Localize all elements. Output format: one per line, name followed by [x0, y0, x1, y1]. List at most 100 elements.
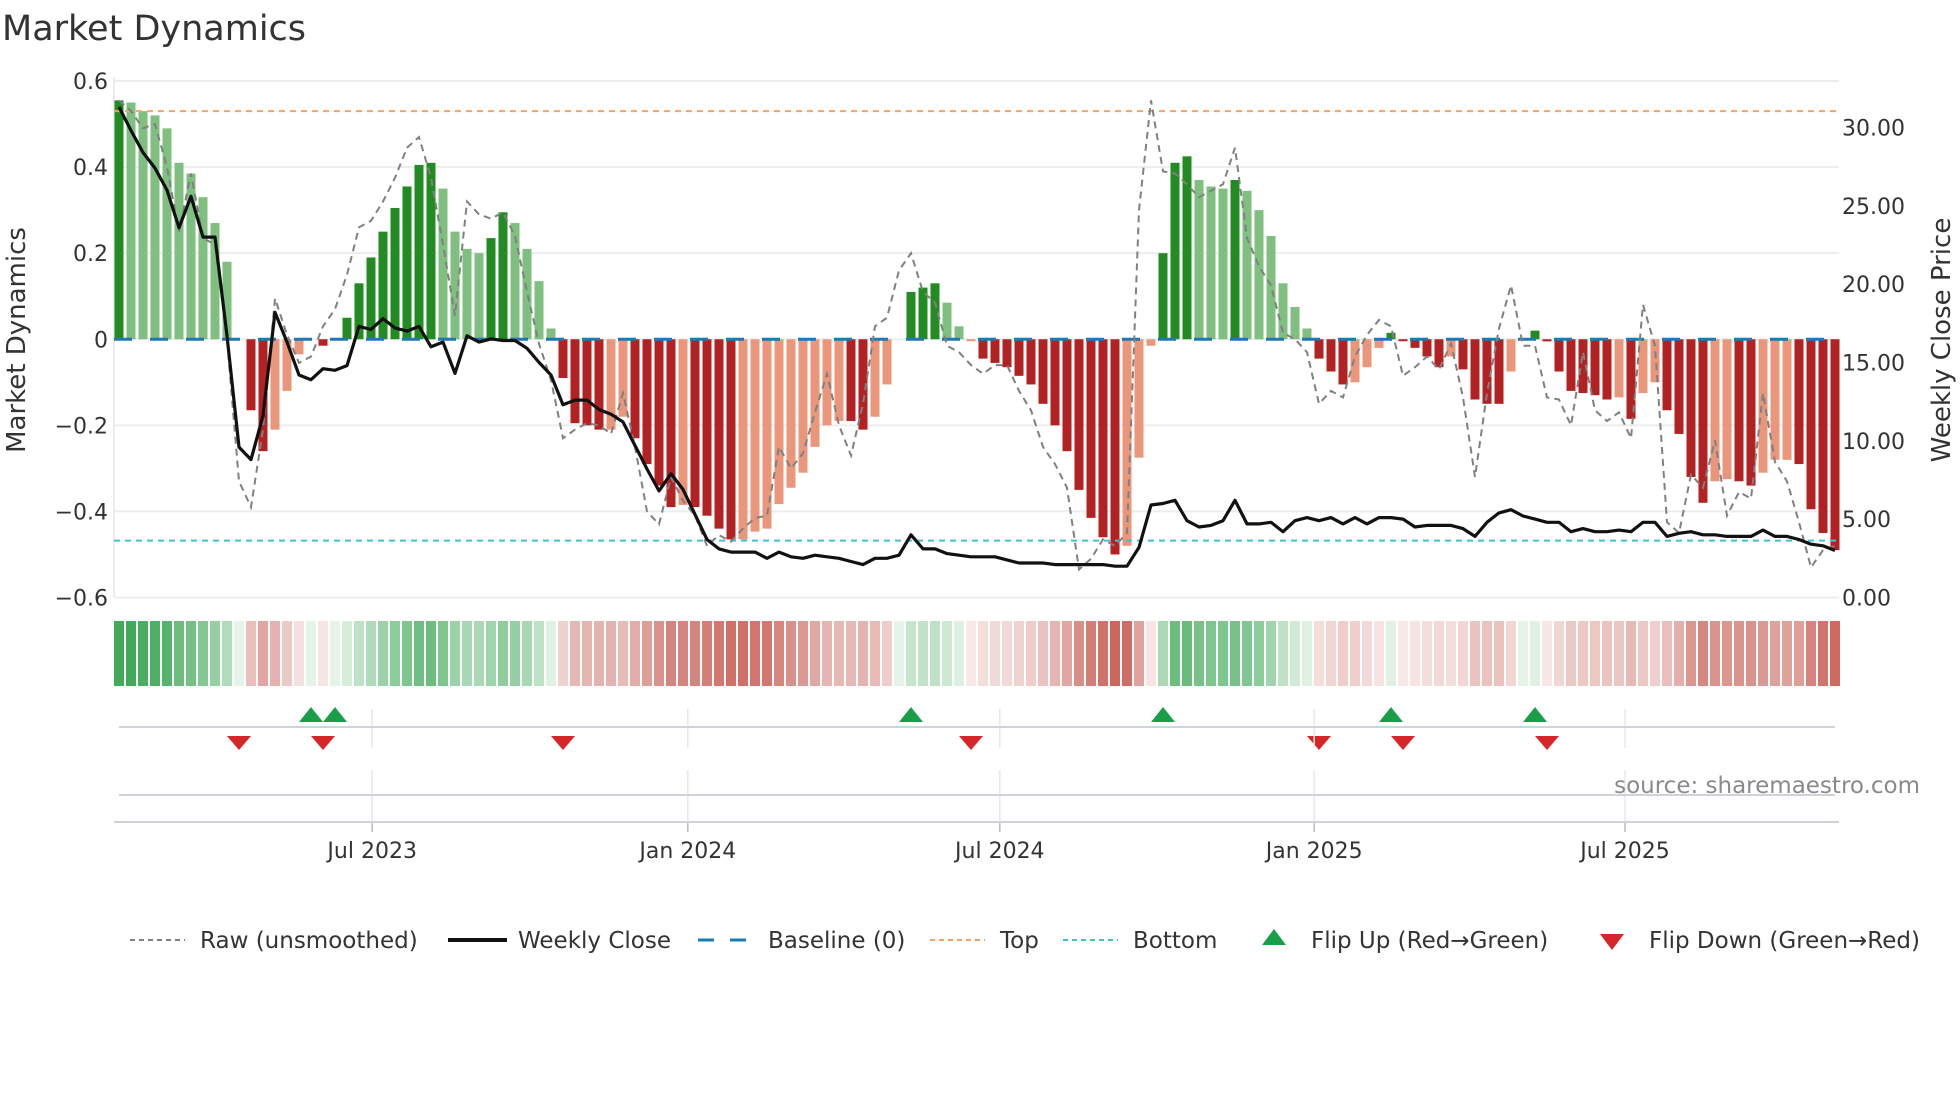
bar-negative [1110, 339, 1120, 555]
strip-cell [1038, 621, 1048, 686]
strip-cell [1110, 621, 1120, 686]
strip-cell [1770, 621, 1780, 686]
left-axis: 0.6 0.4 0.2 0 −0.2 −0.4 −0.6 [55, 70, 108, 612]
strip-cell [1266, 621, 1276, 686]
strip-cell [486, 621, 496, 686]
strip-cell [1602, 621, 1612, 686]
bar-negative [1734, 339, 1744, 482]
strip-cell [1734, 621, 1744, 686]
strip-cell [294, 621, 304, 686]
bar-positive [954, 326, 964, 340]
strip-cell [702, 621, 712, 686]
strip-cell [354, 621, 364, 686]
chart-title: Market Dynamics [2, 9, 306, 49]
strip-cell [1494, 621, 1504, 686]
strip-cell [258, 621, 268, 686]
strip-cell [1746, 621, 1756, 686]
right-axis-label: Weekly Close Price [1927, 218, 1957, 463]
bar-negative [1554, 339, 1564, 372]
strip-cell [1362, 621, 1372, 686]
bar-positive [942, 302, 952, 340]
strip-cell [1530, 621, 1540, 686]
strip-cell [306, 621, 316, 686]
legend: Raw (unsmoothed) Weekly Close Baseline (0)… [130, 928, 1920, 954]
strip-cell [1182, 621, 1192, 686]
strip-cell [1074, 621, 1084, 686]
strip-cell [570, 621, 580, 686]
strip-cell [534, 621, 544, 686]
strip-cell [1194, 621, 1204, 686]
strip-cell [1578, 621, 1588, 686]
legend-label-close: Weekly Close [518, 928, 671, 954]
strip-cell [822, 621, 832, 686]
bar-negative [654, 339, 664, 486]
strip-cell [198, 621, 208, 686]
strip-cell [1158, 621, 1168, 686]
strip-cell [1554, 621, 1564, 686]
flip-down-icon [227, 736, 251, 750]
bar-positive [414, 164, 424, 340]
flip-down-icon [959, 736, 983, 750]
bar-negative [1002, 339, 1012, 368]
bar-negative [882, 339, 892, 385]
bar-negative [1326, 339, 1336, 372]
bar-positive [1194, 179, 1204, 340]
strip-cell [474, 621, 484, 686]
strip-cell [642, 621, 652, 686]
bar-negative [1338, 339, 1348, 385]
strip-cell [1446, 621, 1456, 686]
strip-cell [726, 621, 736, 686]
right-tick-label: 0.00 [1842, 587, 1891, 612]
flip-up-icon [323, 707, 347, 722]
regime-strip [114, 621, 1840, 686]
strip-cell [1470, 621, 1480, 686]
bar-negative [726, 339, 736, 540]
strip-cell [522, 621, 532, 686]
series-lines [117, 99, 1836, 572]
bar-negative [558, 339, 568, 378]
strip-cell [330, 621, 340, 686]
strip-cell [618, 621, 628, 686]
bar-negative [1590, 339, 1600, 396]
strip-cell [186, 621, 196, 686]
strip-cell [1254, 621, 1264, 686]
strip-cell [366, 621, 376, 686]
bar-negative [1674, 339, 1684, 434]
flip-down-icon [311, 736, 335, 750]
strip-cell [1314, 621, 1324, 686]
bar-negative [1746, 339, 1756, 486]
strip-cell [786, 621, 796, 686]
bar-negative [318, 339, 328, 346]
bar-positive [390, 207, 400, 340]
bar-positive [1254, 210, 1264, 340]
strip-cell [1410, 621, 1420, 686]
bar-positive [462, 248, 472, 340]
strip-cell [498, 621, 508, 686]
bar-negative [1314, 339, 1324, 359]
bar-positive [1170, 162, 1180, 340]
strip-cell [654, 621, 664, 686]
bar-positive [114, 100, 124, 340]
strip-cell [1818, 621, 1828, 686]
bar-positive [426, 162, 436, 340]
strip-cell [1134, 621, 1144, 686]
left-tick-label: 0.2 [73, 242, 108, 267]
strip-cell [1290, 621, 1300, 686]
strip-cell [1722, 621, 1732, 686]
strip-cell [210, 621, 220, 686]
bar-negative [1662, 339, 1672, 411]
strip-cell [750, 621, 760, 686]
strip-cell [1242, 621, 1252, 686]
strip-cell [882, 621, 892, 686]
strip-cell [1170, 621, 1180, 686]
bar-negative [1506, 339, 1516, 372]
bar-negative [1818, 339, 1828, 533]
strip-cell [918, 621, 928, 686]
bar-negative [1146, 339, 1156, 346]
bar-negative [1830, 339, 1840, 551]
strip-cell [1026, 621, 1036, 686]
strip-cell [930, 621, 940, 686]
bar-negative [1086, 339, 1096, 518]
bar-positive [522, 248, 532, 340]
bar-negative [294, 339, 304, 355]
